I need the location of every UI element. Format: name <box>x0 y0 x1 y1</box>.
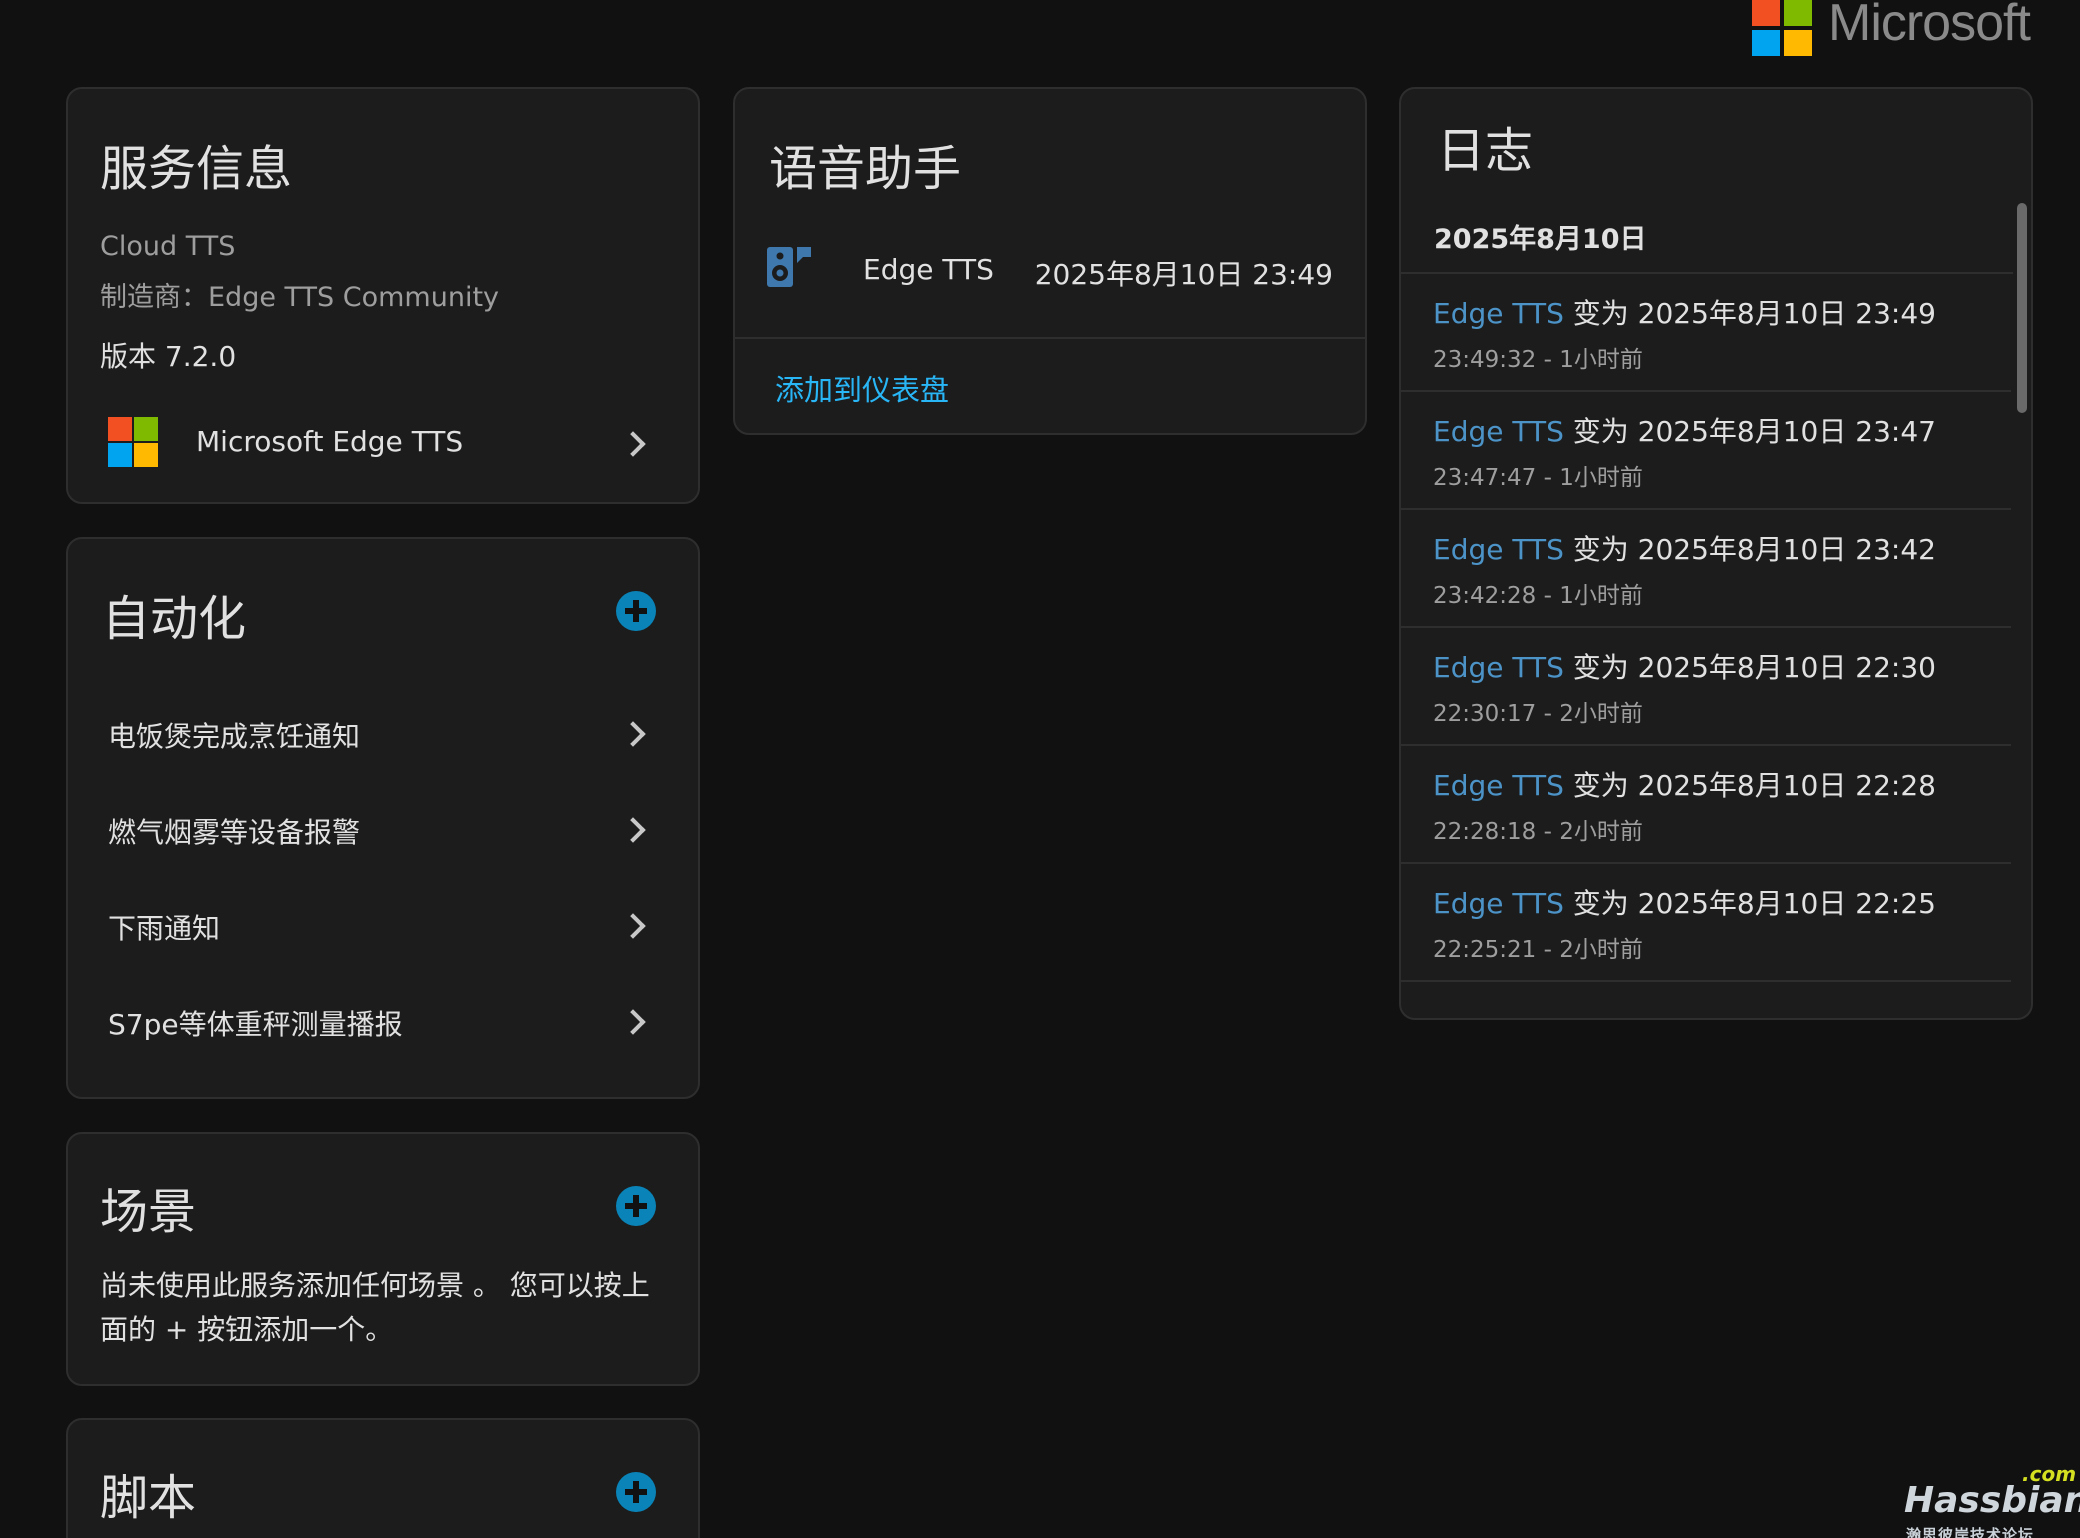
automation-item-label: 电饭煲完成烹饪通知 <box>108 720 361 753</box>
automation-item-label: S7pe等体重秤测量播报 <box>108 1008 403 1041</box>
log-time: 23:42:28 - 1小时前 <box>1433 583 1643 609</box>
microsoft-logo-icon <box>1752 0 1812 56</box>
log-time: 22:25:21 - 2小时前 <box>1433 937 1643 963</box>
add-scene-button[interactable] <box>616 1186 656 1226</box>
log-entry[interactable]: Edge TTS 变为 2025年8月10日 22:28 22:28:18 - … <box>1401 746 2011 864</box>
automation-item[interactable]: 电饭煲完成烹饪通知 <box>68 691 698 771</box>
card-title: 自动化 <box>102 591 247 647</box>
service-info-card: 服务信息 Cloud TTS 制造商：Edge TTS Community 版本… <box>66 87 700 504</box>
log-text: 变为 2025年8月10日 22:28 <box>1563 769 1936 802</box>
card-title: 语音助手 <box>769 141 962 197</box>
chevron-right-icon <box>620 913 646 939</box>
log-text: 变为 2025年8月10日 23:47 <box>1563 415 1936 448</box>
entity-state: 2025年8月10日 23:49 <box>1034 258 1333 291</box>
microsoft-logo-icon <box>108 417 158 467</box>
script-card: 脚本 <box>66 1418 700 1538</box>
automation-card: 自动化 电饭煲完成烹饪通知 燃气烟雾等设备报警 下雨通知 S7pe等体重秤测量播… <box>66 537 700 1099</box>
add-automation-button[interactable] <box>616 591 656 631</box>
version: 版本 7.2.0 <box>100 340 237 373</box>
log-time: 23:47:47 - 1小时前 <box>1433 465 1643 491</box>
divider <box>735 337 1365 339</box>
log-entity-link[interactable]: Edge TTS <box>1433 769 1564 802</box>
log-scrollbar[interactable] <box>2017 203 2027 413</box>
log-entry[interactable]: Edge TTS 变为 2025年8月10日 23:47 23:47:47 - … <box>1401 392 2011 510</box>
microsoft-brand: Microsoft <box>1752 0 2031 56</box>
card-title: 日志 <box>1437 123 1534 179</box>
watermark-main: Hassbian <box>1904 1480 2080 1521</box>
entity-name: Edge TTS <box>863 253 994 286</box>
chevron-right-icon <box>620 817 646 843</box>
voice-assistant-card: 语音助手 Edge TTS 2025年8月10日 23:49 添加到仪表盘 <box>733 87 1367 435</box>
log-text: 变为 2025年8月10日 23:49 <box>1563 297 1936 330</box>
log-date-header: 2025年8月10日 <box>1434 224 1647 255</box>
brand-name: Microsoft <box>1828 0 2031 52</box>
automation-item[interactable]: 下雨通知 <box>68 883 698 963</box>
log-entity-link[interactable]: Edge TTS <box>1433 297 1564 330</box>
scene-card: 场景 尚未使用此服务添加任何场景 。 您可以按上面的 + 按钮添加一个。 <box>66 1132 700 1386</box>
log-entry[interactable]: Edge TTS 变为 2025年8月10日 22:25 22:25:21 - … <box>1401 864 2011 982</box>
log-entry[interactable]: Edge TTS 变为 2025年8月10日 22:30 22:30:17 - … <box>1401 628 2011 746</box>
watermark-sub: 瀚思彼岸技术论坛 <box>1906 1526 2035 1538</box>
page: Microsoft 服务信息 Cloud TTS 制造商：Edge TTS Co… <box>0 0 2080 1538</box>
log-entity-link[interactable]: Edge TTS <box>1433 651 1564 684</box>
log-entity-link[interactable]: Edge TTS <box>1433 415 1564 448</box>
automation-item[interactable]: S7pe等体重秤测量播报 <box>68 979 698 1059</box>
log-time: 22:30:17 - 2小时前 <box>1433 701 1643 727</box>
log-text: 变为 2025年8月10日 23:42 <box>1563 533 1936 566</box>
service-name: Cloud TTS <box>100 231 236 262</box>
card-title: 场景 <box>100 1184 197 1240</box>
log-text: 变为 2025年8月10日 22:25 <box>1563 887 1936 920</box>
log-entry[interactable]: Edge TTS 变为 2025年8月10日 23:42 23:42:28 - … <box>1401 510 2011 628</box>
integration-link[interactable]: Microsoft Edge TTS <box>68 395 698 475</box>
log-text: 变为 2025年8月10日 22:30 <box>1563 651 1936 684</box>
chevron-right-icon <box>620 1009 646 1035</box>
scene-empty-text: 尚未使用此服务添加任何场景 。 您可以按上面的 + 按钮添加一个。 <box>100 1269 650 1346</box>
automation-item[interactable]: 燃气烟雾等设备报警 <box>68 787 698 867</box>
automation-item-label: 下雨通知 <box>108 912 221 945</box>
manufacturer: 制造商：Edge TTS Community <box>100 282 500 313</box>
chevron-right-icon <box>620 721 646 747</box>
log-time: 23:49:32 - 1小时前 <box>1433 347 1643 373</box>
log-time: 22:28:18 - 2小时前 <box>1433 819 1643 845</box>
log-entry[interactable]: Edge TTS 变为 2025年8月10日 23:49 23:49:32 - … <box>1401 274 2011 392</box>
add-to-dashboard-button[interactable]: 添加到仪表盘 <box>775 367 949 409</box>
log-entity-link[interactable]: Edge TTS <box>1433 887 1564 920</box>
card-title: 服务信息 <box>100 141 293 197</box>
integration-name: Microsoft Edge TTS <box>196 425 464 458</box>
chevron-right-icon <box>620 431 646 457</box>
entity-row[interactable]: Edge TTS 2025年8月10日 23:49 <box>735 223 1365 303</box>
add-script-button[interactable] <box>616 1472 656 1512</box>
log-entity-link[interactable]: Edge TTS <box>1433 533 1564 566</box>
card-title: 脚本 <box>100 1470 197 1526</box>
automation-item-label: 燃气烟雾等设备报警 <box>108 816 361 849</box>
speaker-icon <box>767 247 811 287</box>
logbook-card: 日志 2025年8月10日 Edge TTS 变为 2025年8月10日 23:… <box>1399 87 2033 1020</box>
